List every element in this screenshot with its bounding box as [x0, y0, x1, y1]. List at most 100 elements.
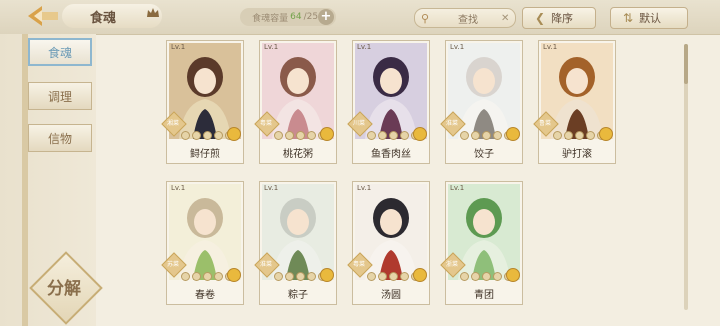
- cuisine-badge-label: 苏菜: [166, 261, 179, 268]
- star-dot-icon: [285, 131, 294, 140]
- level-label: Lv.1: [357, 43, 372, 51]
- star-dot-icon: [214, 131, 223, 140]
- character-name: 粽子: [288, 290, 308, 301]
- cuisine-badge-label: 粤菜: [259, 120, 272, 127]
- star-dot-icon: [203, 272, 212, 281]
- star-dot-icon: [307, 131, 316, 140]
- decompose-label: 分解: [47, 279, 81, 299]
- cuisine-badge-label: 粤菜: [352, 261, 365, 268]
- star-dot-icon: [192, 131, 201, 140]
- character-name: 饺子: [474, 149, 494, 160]
- character-card[interactable]: Lv.1 粤菜 汤圆: [347, 181, 430, 305]
- star-dot-icon: [586, 131, 595, 140]
- page-title-text: 食魂: [90, 10, 117, 26]
- sidebar-item-label: 调理: [47, 89, 72, 104]
- sidebar-item-food-soul[interactable]: 食魂: [28, 38, 92, 66]
- default-order-button[interactable]: ⇅ 默认: [610, 7, 688, 29]
- cuisine-badge-label: 鲁菜: [538, 120, 551, 127]
- star-dot-icon: [493, 272, 502, 281]
- character-name: 驴打滚: [562, 149, 592, 160]
- rarity-gem-icon: [413, 268, 427, 282]
- star-dot-icon: [307, 272, 316, 281]
- character-name: 春卷: [195, 290, 215, 301]
- star-dot-icon: [564, 131, 573, 140]
- level-label: Lv.1: [264, 43, 279, 51]
- star-dot-icon: [389, 131, 398, 140]
- star-dot-icon: [378, 272, 387, 281]
- character-name: 汤圆: [381, 290, 401, 301]
- star-dot-icon: [482, 272, 491, 281]
- character-card[interactable]: Lv.1 淮菜 饺子: [440, 40, 523, 164]
- capacity-current: 64: [290, 12, 302, 22]
- sidebar-item-token[interactable]: 信物: [28, 124, 92, 152]
- level-label: Lv.1: [357, 184, 372, 192]
- sidebar-item-label: 食魂: [47, 45, 72, 60]
- capacity-label: 食魂容量: [252, 13, 289, 24]
- level-label: Lv.1: [171, 43, 186, 51]
- character-card[interactable]: Lv.1 浙菜 青团: [440, 181, 523, 305]
- character-card[interactable]: Lv.1 川菜 鱼香肉丝: [347, 40, 430, 164]
- rarity-gem-icon: [599, 127, 613, 141]
- rarity-gem-icon: [227, 268, 241, 282]
- sidebar-rail: [22, 34, 28, 326]
- character-card[interactable]: Lv.1 鲁菜 驴打滚: [533, 40, 616, 164]
- filter-icon: ⇅: [623, 11, 634, 25]
- character-name: 青团: [474, 290, 494, 301]
- level-label: Lv.1: [450, 184, 465, 192]
- back-arrow-icon: [28, 6, 58, 26]
- character-card[interactable]: Lv.1 淮菜 粽子: [254, 181, 337, 305]
- rarity-gem-icon: [506, 268, 520, 282]
- level-label: Lv.1: [171, 184, 186, 192]
- star-dot-icon: [296, 272, 305, 281]
- cuisine-badge-label: 浙菜: [445, 261, 458, 268]
- star-dot-icon: [400, 272, 409, 281]
- sort-button[interactable]: ❮ 降序: [522, 7, 596, 29]
- sidebar-item-conditioning[interactable]: 调理: [28, 82, 92, 110]
- rarity-gem-icon: [413, 127, 427, 141]
- star-dot-icon: [575, 131, 584, 140]
- character-name: 桃花粥: [283, 149, 313, 160]
- cuisine-badge-label: 川菜: [352, 120, 365, 127]
- star-dot-icon: [214, 272, 223, 281]
- star-dot-icon: [378, 131, 387, 140]
- star-dot-icon: [493, 131, 502, 140]
- character-name: 鱼香肉丝: [371, 149, 411, 160]
- star-dot-icon: [460, 272, 469, 281]
- star-dot-icon: [367, 131, 376, 140]
- rarity-gem-icon: [320, 268, 334, 282]
- rarity-gem-icon: [320, 127, 334, 141]
- star-dot-icon: [181, 131, 190, 140]
- star-dot-icon: [203, 131, 212, 140]
- star-dot-icon: [482, 131, 491, 140]
- star-dot-icon: [389, 272, 398, 281]
- cuisine-badge-label: 淮菜: [259, 261, 272, 268]
- character-card[interactable]: Lv.1 粤菜 桃花粥: [254, 40, 337, 164]
- level-label: Lv.1: [450, 43, 465, 51]
- search-icon: ⚲: [421, 11, 430, 25]
- star-dot-icon: [553, 131, 562, 140]
- crown-icon: [147, 8, 159, 17]
- search-input[interactable]: ⚲ 查找 ✕: [414, 8, 516, 28]
- star-dot-icon: [274, 272, 283, 281]
- plus-icon[interactable]: +: [318, 9, 334, 25]
- clear-icon[interactable]: ✕: [501, 13, 515, 24]
- character-card[interactable]: Lv.1 湘菜 鲟仔煎: [161, 40, 244, 164]
- star-dot-icon: [181, 272, 190, 281]
- star-dot-icon: [274, 131, 283, 140]
- top-bar: 食魂 食魂容量 64 /250 + ⚲ 查找 ✕ ❮ 降序 ⇅ 默认: [0, 0, 720, 35]
- cuisine-badge-label: 湘菜: [166, 120, 179, 127]
- rarity-gem-icon: [227, 127, 241, 141]
- star-dot-icon: [460, 131, 469, 140]
- star-dot-icon: [400, 131, 409, 140]
- level-label: Lv.1: [543, 43, 558, 51]
- rarity-gem-icon: [506, 127, 520, 141]
- character-card[interactable]: Lv.1 苏菜 春卷: [161, 181, 244, 305]
- level-label: Lv.1: [264, 184, 279, 192]
- star-dot-icon: [471, 272, 480, 281]
- star-dot-icon: [367, 272, 376, 281]
- back-button[interactable]: [24, 2, 62, 30]
- star-dot-icon: [285, 272, 294, 281]
- search-placeholder: 查找: [458, 14, 478, 26]
- scrollbar-thumb[interactable]: [684, 44, 688, 84]
- sort-label: 降序: [551, 12, 574, 25]
